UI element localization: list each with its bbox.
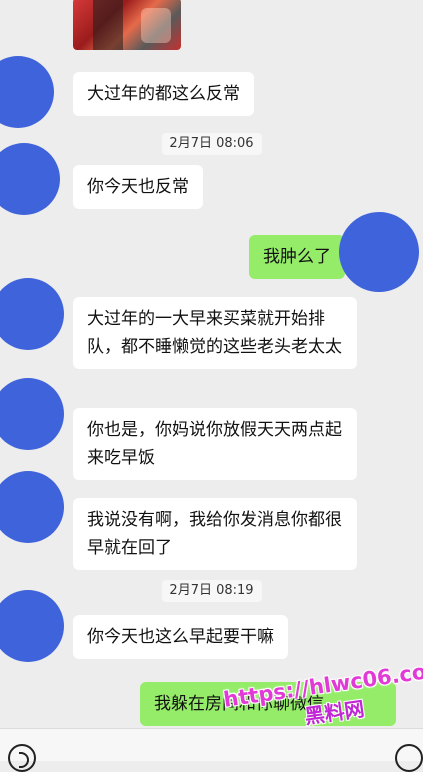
image-detail: [141, 8, 171, 43]
message-text: 我肿么了: [263, 247, 331, 267]
image-detail: [93, 0, 123, 50]
avatar[interactable]: [0, 378, 64, 450]
timestamp: 2月7日 08:19: [161, 580, 262, 602]
message-bubble-incoming[interactable]: 我说没有啊，我给你发消息你都很早就在回了: [73, 498, 357, 570]
message-text: 大过年的一大早来买菜就开始排队，都不睡懒觉的这些老头老太太: [87, 309, 342, 357]
message-bubble-incoming[interactable]: 大过年的都这么反常: [73, 72, 254, 116]
message-text: 我说没有啊，我给你发消息你都很早就在回了: [87, 510, 342, 558]
message-bubble-incoming[interactable]: 大过年的一大早来买菜就开始排队，都不睡懒觉的这些老头老太太: [73, 297, 357, 369]
avatar[interactable]: [0, 278, 64, 350]
message-text: 你今天也这么早起要干嘛: [87, 627, 274, 647]
message-bubble-incoming[interactable]: 你今天也这么早起要干嘛: [73, 615, 288, 659]
avatar[interactable]: [0, 590, 64, 662]
avatar[interactable]: [339, 212, 419, 292]
message-bubble-outgoing[interactable]: 我肿么了: [249, 235, 345, 279]
voice-icon[interactable]: [8, 744, 36, 772]
avatar[interactable]: [0, 56, 54, 128]
avatar[interactable]: [0, 471, 64, 543]
message-bubble-incoming[interactable]: 你也是，你妈说你放假天天两点起来吃早饭: [73, 408, 357, 480]
message-text: 你也是，你妈说你放假天天两点起来吃早饭: [87, 420, 342, 468]
message-bubble-incoming[interactable]: 你今天也反常: [73, 165, 203, 209]
message-text: 你今天也反常: [87, 177, 189, 197]
timestamp: 2月7日 08:06: [161, 133, 262, 155]
plus-icon[interactable]: [395, 744, 423, 772]
avatar[interactable]: [0, 143, 60, 215]
message-text: 大过年的都这么反常: [87, 84, 240, 104]
shared-image-thumbnail[interactable]: [73, 0, 181, 50]
